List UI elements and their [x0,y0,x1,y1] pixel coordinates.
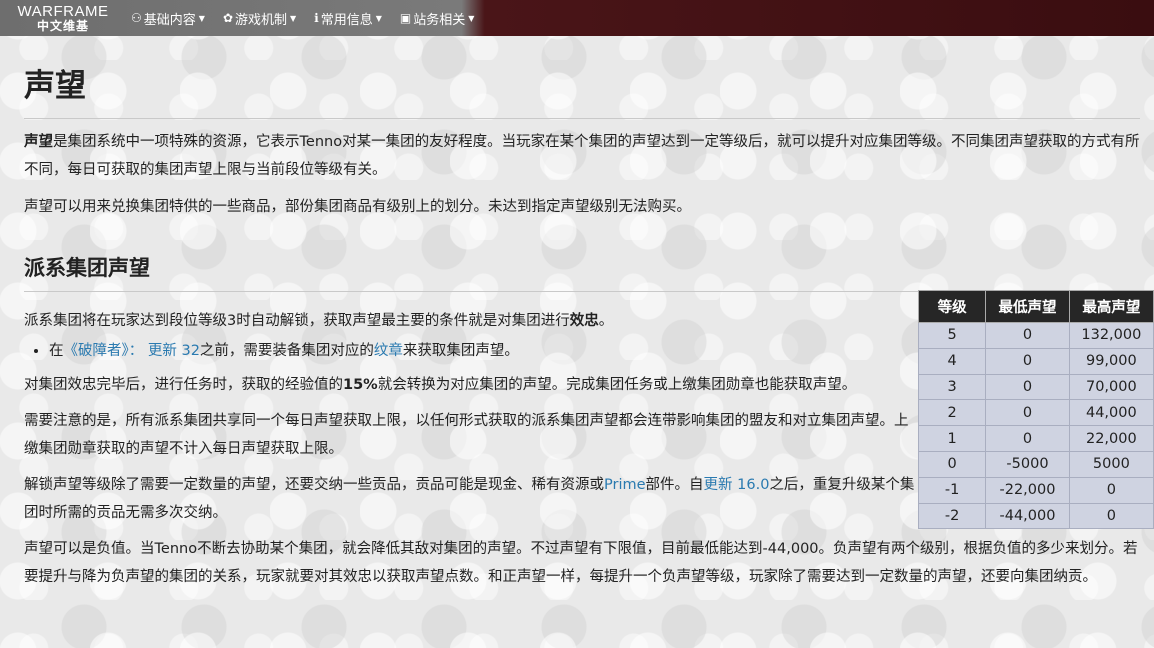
caret-down-icon: ▼ [375,13,382,23]
link-prime[interactable]: Prime [604,477,646,493]
table-row: 3 0 70,000 [917,373,1154,401]
table-row: -1 -22,000 0 [917,476,1154,504]
gear-icon: ✿ [222,11,233,25]
table-cell: 5000 [1068,450,1154,478]
intro-text: 是集团系统中一项特殊的资源，它表示Tenno对某一集团的友好程度。当玩家在某个集… [24,134,1140,178]
tribute-text: 解锁声望等级除了需要一定数量的声望，还要交纳一些贡品，贡品可能是现金、稀有资源或 [24,477,604,493]
negative-standing-paragraph: 声望可以是负值。当Tenno不断去协助某个集团，就会降低其敌对集团的声望。不过声… [24,541,1138,585]
table-cell: 0 [1068,502,1154,530]
nav-menu-site-related[interactable]: ▣ 站务相关 ▼ [391,0,484,36]
bullet-text: 在 [49,343,64,359]
xp-percent: 15% [343,377,378,393]
daily-cap-paragraph: 需要注意的是，所有派系集团共享同一个每日声望获取上限，以任何形式获取的派系集团声… [24,413,909,457]
intro-paragraph: 声望是集团系统中一项特殊的资源，它表示Tenno对某一集团的友好程度。当玩家在某… [24,128,1142,184]
pledge-bold-term: 效忠 [569,313,599,329]
table-cell: 5 [917,322,987,349]
table-cell: 99,000 [1068,347,1154,375]
column-header: 等级 [917,290,987,323]
briefcase-icon: ▣ [399,11,412,25]
caret-down-icon: ▼ [198,13,205,23]
table-cell: 0 [917,450,987,478]
table-row: 0 -5000 5000 [917,450,1154,478]
logo-text-bottom: 中文维基 [36,18,89,33]
column-header: 最高声望 [1068,290,1154,323]
nav-menu-game-mechanics[interactable]: ✿ 游戏机制 ▼ [214,0,305,36]
tribute-paragraph: 解锁声望等级除了需要一定数量的声望，还要交纳一些贡品，贡品可能是现金、稀有资源或… [24,471,919,527]
nav-menu-common-info[interactable]: ℹ 常用信息 ▼ [305,0,391,36]
nav-menu-label: 游戏机制 [235,12,288,28]
link-update-32[interactable]: 更新 32 [148,343,200,359]
table-cell: -22,000 [985,476,1070,504]
table-cell: -1 [917,476,987,504]
intro-bold-term: 声望 [24,134,53,150]
table-cell: 0 [985,399,1070,427]
title-divider [24,118,1140,119]
xp-text: 对集团效忠完毕后，进行任务时，获取的经验值的 [24,377,343,393]
nav-menu-label: 基础内容 [143,12,196,28]
table-cell: 0 [985,347,1070,375]
xp-conversion-paragraph: 对集团效忠完毕后，进行任务时，获取的经验值的15%就会转换为对应集团的声望。完成… [24,371,909,399]
usage-paragraph: 声望可以用来兑换集团特供的一些商品，部份集团商品有级别上的划分。未达到指定声望级… [24,199,691,215]
gamepad-icon: ⚇ [131,11,142,25]
table-row: 1 0 22,000 [917,425,1154,452]
page-title: 声望 [24,68,86,104]
standing-table: 等级 最低声望 最高声望 5 0 132,000 4 0 99,000 3 0 70,000… [917,290,1154,530]
caret-down-icon: ▼ [468,13,475,23]
link-update-16[interactable]: 更新 16.0 [704,477,770,493]
table-row: 5 0 132,000 [917,322,1154,349]
table-cell: 44,000 [1068,399,1154,427]
table-row: 4 0 99,000 [917,347,1154,375]
nav-menu-basic-content[interactable]: ⚇ 基础内容 ▼ [122,0,214,36]
site-logo[interactable]: WARFRAME 中文维基 [4,0,122,36]
table-cell: 0 [985,322,1070,349]
top-navbar: WARFRAME 中文维基 ⚇ 基础内容 ▼ ✿ 游戏机制 ▼ ℹ 常用信息 ▼… [0,0,1154,36]
table-cell: -2 [917,502,987,530]
link-sigil[interactable]: 纹章 [374,343,403,359]
table-cell: 22,000 [1068,425,1154,452]
bullet-text: 来获取集团声望。 [402,343,519,359]
table-row: 2 0 44,000 [917,399,1154,427]
bullet-text: 之前，需要装备集团对应的 [199,343,374,359]
table-cell: 0 [985,425,1070,452]
unlock-text: 派系集团将在玩家达到段位等级3时自动解锁，获取声望最主要的条件就是对集团进行 [24,313,570,329]
table-cell: -5000 [985,450,1070,478]
table-cell: 0 [985,373,1070,401]
section-heading-faction: 派系集团声望 [24,256,150,280]
table-cell: 2 [917,399,987,427]
table-cell: 0 [1068,476,1154,504]
column-header: 最低声望 [985,290,1070,323]
link-update-breaker[interactable]: 《破障者》： [64,343,144,359]
info-icon: ℹ [314,11,319,25]
table-row: -2 -44,000 0 [917,502,1154,530]
nav-menu-label: 常用信息 [320,12,373,28]
table-cell: -44,000 [985,502,1070,530]
caret-down-icon: ▼ [290,13,297,23]
table-cell: 1 [917,425,987,452]
xp-text-end: 就会转换为对应集团的声望。完成集团任务或上缴集团勋章也能获取声望。 [377,377,857,393]
tribute-text: 部件。自 [645,477,704,493]
unlock-text-end: 。 [598,313,614,329]
table-cell: 3 [917,373,987,401]
table-header-row: 等级 最低声望 最高声望 [917,290,1154,323]
logo-text-top: WARFRAME [17,2,109,20]
nav-menu-label: 站务相关 [413,12,466,28]
table-cell: 70,000 [1068,373,1154,401]
table-cell: 132,000 [1068,322,1154,349]
table-cell: 4 [917,347,987,375]
